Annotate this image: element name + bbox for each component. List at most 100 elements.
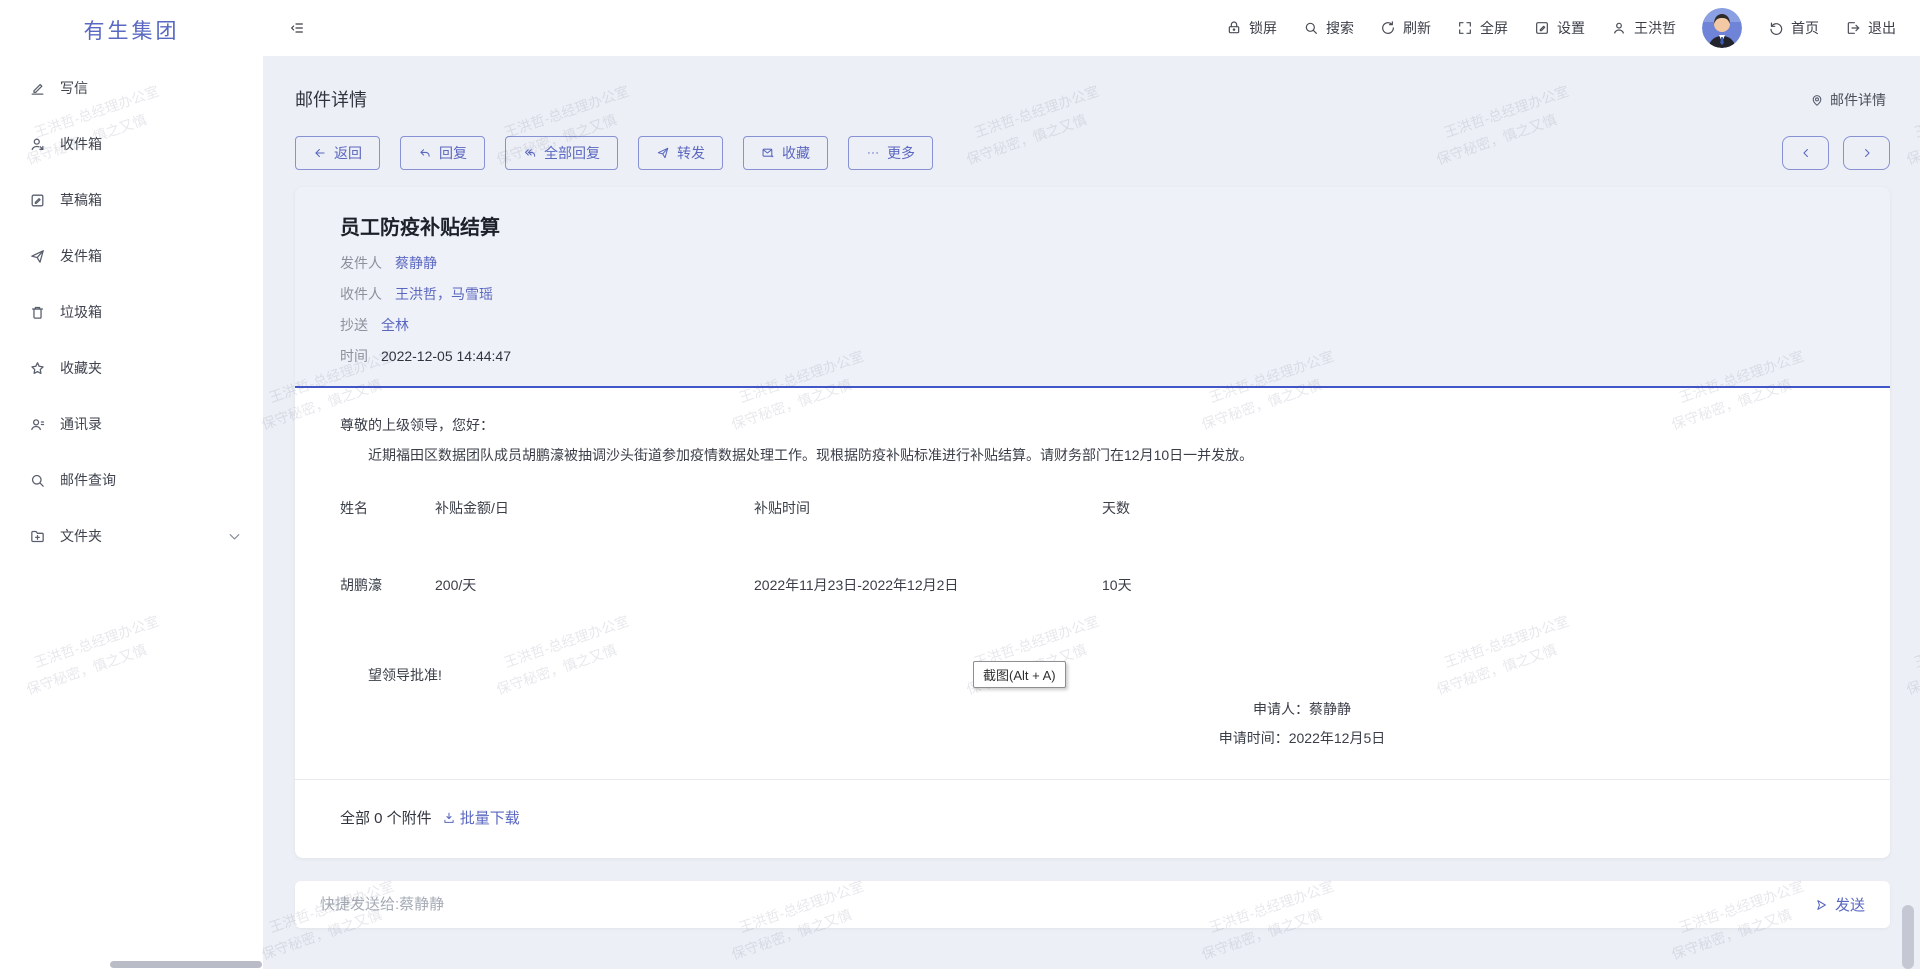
settings-edit-icon [1534,20,1550,36]
to-value[interactable]: 王洪哲，马雪瑶 [395,279,493,310]
mail-action-toolbar: 返回 回复 全部回复 转发 收藏 更多 [295,136,1890,170]
avatar[interactable] [1702,8,1742,48]
vertical-scrollbar-thumb[interactable] [1902,905,1914,969]
trash-icon [29,304,46,321]
mail-paragraph: 近期福田区数据团队成员胡鹏濠被抽调沙头街道参加疫情数据处理工作。现根据防疫补贴标… [340,445,1845,465]
refresh-button[interactable]: 刷新 [1380,18,1431,38]
username: 王洪哲 [1634,18,1676,38]
batch-download-label: 批量下载 [460,807,520,828]
send-button[interactable]: 发送 [1814,894,1865,915]
sidebar-item-label: 草稿箱 [60,190,102,210]
download-icon [442,811,456,825]
back-button[interactable]: 返回 [295,136,380,170]
fullscreen-button[interactable]: 全屏 [1457,18,1508,38]
lock-icon [1226,20,1242,36]
next-mail-button[interactable] [1843,136,1890,170]
current-user[interactable]: 王洪哲 [1611,18,1676,38]
mail-to-row: 收件人 王洪哲，马雪瑶 [340,279,1845,310]
chevron-right-icon [1860,146,1874,160]
quick-send-input[interactable] [320,896,1814,913]
topbar-actions: 锁屏 搜索 刷新 全屏 设置 王洪哲 [1226,8,1920,48]
lock-screen-button[interactable]: 锁屏 [1226,18,1277,38]
to-label: 收件人 [340,279,382,310]
star-icon [29,360,46,377]
cc-value[interactable]: 全林 [381,310,409,341]
favorite-label: 收藏 [782,143,810,163]
quick-send-bar: 发送 [295,881,1890,928]
sidebar-item-inbox[interactable]: 收件箱 [0,116,263,172]
reply-all-button[interactable]: 全部回复 [505,136,618,170]
applicant-line: 申请人：蔡静静 [1142,695,1462,724]
cell-name: 胡鹏濠 [340,518,435,595]
settings-button[interactable]: 设置 [1534,18,1585,38]
applicant-label: 申请人： [1253,701,1309,717]
apply-time-value: 2022年12月5日 [1289,730,1386,746]
horizontal-scrollbar-thumb[interactable] [110,961,262,968]
sidebar-item-trash[interactable]: 垃圾箱 [0,284,263,340]
contacts-icon [29,416,46,433]
previous-mail-button[interactable] [1782,136,1829,170]
mail-cc-row: 抄送 全林 [340,310,1845,341]
breadcrumb-label: 邮件详情 [1830,90,1886,110]
mail-closing: 望领导批准! [340,665,1845,685]
location-pin-icon [1810,93,1824,107]
signature-block: 申请人：蔡静静 申请时间：2022年12月5日 [1142,695,1462,763]
refresh-label: 刷新 [1403,18,1431,38]
page-title: 邮件详情 [295,90,367,110]
chevron-down-icon [226,528,243,545]
logout-label: 退出 [1868,18,1896,38]
from-value[interactable]: 蔡静静 [395,248,437,279]
sidebar-item-label: 垃圾箱 [60,302,102,322]
sidebar-collapse-button[interactable] [289,20,305,36]
search-button[interactable]: 搜索 [1303,18,1354,38]
sidebar-item-label: 收藏夹 [60,358,102,378]
settings-label: 设置 [1557,18,1585,38]
favorite-button[interactable]: 收藏 [743,136,828,170]
cell-days: 10天 [1102,518,1845,595]
table-header-days: 天数 [1102,498,1845,518]
main-content: 邮件详情 邮件详情 返回 回复 全部回复 转发 收藏 更多 [263,56,1920,969]
attachments-bar: 全部 0 个附件 批量下载 [295,779,1890,858]
batch-download-link[interactable]: 批量下载 [442,807,520,828]
table-header-amount: 补贴金额/日 [435,498,754,518]
sidebar-item-label: 文件夹 [60,526,102,546]
fullscreen-icon [1457,20,1473,36]
sidebar-item-compose[interactable]: 写信 [0,60,263,116]
topbar: 锁屏 搜索 刷新 全屏 设置 王洪哲 [263,0,1920,56]
sidebar-item-contacts[interactable]: 通讯录 [0,396,263,452]
sidebar-item-favorites[interactable]: 收藏夹 [0,340,263,396]
logout-button[interactable]: 退出 [1845,18,1896,38]
sidebar-item-mail-search[interactable]: 邮件查询 [0,452,263,508]
screenshot-tooltip: 截图(Alt + A) [973,661,1066,688]
sidebar-item-folders[interactable]: 文件夹 [0,508,263,564]
sidebar-item-drafts[interactable]: 草稿箱 [0,172,263,228]
forward-button[interactable]: 转发 [638,136,723,170]
table-header-period: 补贴时间 [754,498,1102,518]
search-label: 搜索 [1326,18,1354,38]
attachments-summary: 全部 0 个附件 [340,807,432,828]
draft-icon [29,192,46,209]
table-row: 胡鹏濠 200/天 2022年11月23日-2022年12月2日 10天 [340,518,1845,595]
user-icon [1611,20,1627,36]
subsidy-table: 姓名 补贴金额/日 补贴时间 天数 胡鹏濠 200/天 2022年11月23日-… [340,498,1845,595]
cell-amount: 200/天 [435,518,754,595]
forward-label: 转发 [677,143,705,163]
cc-label: 抄送 [340,310,368,341]
reply-label: 回复 [439,143,467,163]
home-label: 首页 [1791,18,1819,38]
reply-button[interactable]: 回复 [400,136,485,170]
apply-time-label: 申请时间： [1219,730,1289,746]
search-icon [29,472,46,489]
time-value: 2022-12-05 14:44:47 [381,341,511,372]
avatar-photo-icon [1702,8,1742,48]
app-logo: 有生集团 [0,0,263,60]
sidebar-item-outbox[interactable]: 发件箱 [0,228,263,284]
mail-greeting: 尊敬的上级领导，您好： [340,415,1845,435]
more-dots-icon [866,146,880,160]
home-button[interactable]: 首页 [1768,18,1819,38]
table-header-name: 姓名 [340,498,435,518]
send-triangle-icon [1814,898,1828,912]
more-button[interactable]: 更多 [848,136,933,170]
applicant-value: 蔡静静 [1309,701,1351,717]
arrow-left-icon [313,146,327,160]
